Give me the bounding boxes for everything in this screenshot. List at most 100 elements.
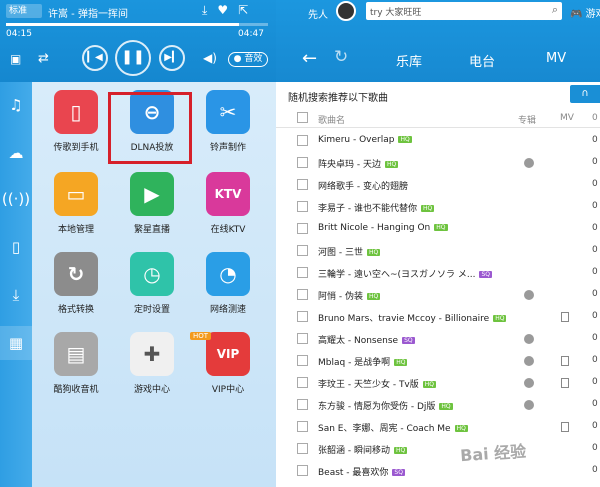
table-row[interactable]: Beast - 最喜欢你 SQ 0 (276, 460, 600, 482)
song-title[interactable]: Kimeru - Overlap HQ (318, 135, 412, 145)
song-title[interactable]: 网络歌手 - 变心的翅膀 (318, 179, 408, 192)
user-name[interactable]: 先人 (308, 6, 328, 21)
share-icon[interactable]: ⇱ (238, 3, 248, 18)
song-title[interactable]: 河图 - 三世 HQ (318, 245, 381, 258)
sound-effect-button[interactable]: ● 音效 (228, 52, 268, 67)
song-title[interactable]: Britt Nicole - Hanging On HQ (318, 223, 448, 233)
row-checkbox[interactable] (297, 421, 308, 432)
progress-bar[interactable] (6, 23, 268, 26)
refresh-icon[interactable]: ↻ (334, 47, 348, 67)
app-tile[interactable]: ↻ 格式转换 (46, 252, 106, 315)
app-tile[interactable]: ▭ 本地管理 (46, 172, 106, 235)
song-title[interactable]: 李易子 - 谁也不能代替你 HQ (318, 201, 435, 214)
app-tile[interactable]: ✚ 游戏中心 (122, 332, 182, 395)
volume-icon[interactable]: ◀) (203, 51, 217, 65)
song-title[interactable]: 李玟王 - 天竺少女 - Tv版 HQ (318, 377, 436, 390)
mv-icon[interactable] (561, 312, 569, 322)
app-tile[interactable]: ▶ 繁星直播 (122, 172, 182, 235)
album-icon[interactable] (524, 158, 534, 168)
app-tile[interactable]: VIP VIP中心 (198, 332, 258, 395)
device-icon[interactable]: ▯ (0, 238, 32, 256)
music-note-icon[interactable]: ♫ (0, 96, 32, 114)
mv-icon[interactable] (561, 422, 569, 432)
row-checkbox[interactable] (297, 267, 308, 278)
mv-icon[interactable] (561, 378, 569, 388)
app-tile[interactable]: KTV 在线KTV (198, 172, 258, 235)
album-icon[interactable] (524, 400, 534, 410)
table-row[interactable]: Bruno Mars、travie Mccoy - Billionaire HQ 0 (276, 306, 600, 328)
app-tile[interactable]: ◷ 定时设置 (122, 252, 182, 315)
search-input[interactable] (370, 4, 530, 18)
tab-library[interactable]: 乐库 (396, 51, 422, 70)
select-all-checkbox[interactable] (297, 112, 308, 123)
row-checkbox[interactable] (297, 179, 308, 190)
download-icon[interactable]: ⤓ (0, 286, 32, 304)
row-checkbox[interactable] (297, 157, 308, 168)
song-title[interactable]: Bruno Mars、travie Mccoy - Billionaire HQ (318, 311, 507, 324)
row-checkbox[interactable] (297, 201, 308, 212)
album-icon[interactable] (524, 378, 534, 388)
row-checkbox[interactable] (297, 377, 308, 388)
song-title[interactable]: 阿悄 - 伪装 HQ (318, 289, 381, 302)
lyric-icon[interactable]: ▣ (10, 52, 21, 66)
tab-radio[interactable]: 电台 (469, 51, 495, 70)
table-row[interactable]: San E、李娜、周宪 - Coach Me HQ 0 (276, 416, 600, 438)
column-mv[interactable]: MV (560, 113, 574, 123)
app-tile[interactable]: ◔ 网络测速 (198, 252, 258, 315)
table-row[interactable]: 阿悄 - 伪装 HQ 0 (276, 284, 600, 306)
row-checkbox[interactable] (297, 245, 308, 256)
shuffle-icon[interactable]: ⇄ (38, 51, 49, 66)
avatar[interactable] (336, 1, 356, 21)
row-checkbox[interactable] (297, 135, 308, 146)
row-checkbox[interactable] (297, 333, 308, 344)
play-mode-dropdown[interactable]: 标准 (6, 4, 42, 18)
album-icon[interactable] (524, 356, 534, 366)
table-row[interactable]: 河图 - 三世 HQ 0 (276, 240, 600, 262)
table-row[interactable]: Mblaq - 是战争啊 HQ 0 (276, 350, 600, 372)
song-title[interactable]: 阵央卓玛 - 天边 HQ (318, 157, 399, 170)
prev-button[interactable]: ▎◀ (82, 45, 108, 71)
back-arrow-icon[interactable]: ← (302, 48, 317, 69)
row-checkbox[interactable] (297, 311, 308, 322)
game-link[interactable]: 🎮 游戏 (570, 5, 600, 20)
heart-icon[interactable]: ♥ (217, 3, 228, 18)
cloud-icon[interactable]: ☁ (0, 144, 32, 162)
row-checkbox[interactable] (297, 399, 308, 410)
tab-mv[interactable]: MV (546, 51, 566, 66)
next-button[interactable]: ▶▎ (159, 45, 185, 71)
apps-grid-icon[interactable]: ▦ (0, 326, 32, 360)
table-row[interactable]: 李玟王 - 天竺少女 - Tv版 HQ 0 (276, 372, 600, 394)
table-row[interactable]: Britt Nicole - Hanging On HQ 0 (276, 218, 600, 240)
song-title[interactable]: Mblaq - 是战争啊 HQ (318, 355, 408, 368)
table-row[interactable]: 李易子 - 谁也不能代替你 HQ 0 (276, 196, 600, 218)
pause-button[interactable]: ❚❚ (115, 40, 151, 76)
mv-icon[interactable] (561, 356, 569, 366)
table-row[interactable]: Kimeru - Overlap HQ 0 (276, 130, 600, 152)
table-row[interactable]: 张韶涵 - 瞬间移动 HQ 0 (276, 438, 600, 460)
table-row[interactable]: 三輪学 - 遠い空へ~(ヨスガノソラ メ... SQ 0 (276, 262, 600, 284)
column-album[interactable]: 专辑 (518, 113, 536, 126)
song-title[interactable]: Beast - 最喜欢你 SQ (318, 465, 405, 478)
row-checkbox[interactable] (297, 443, 308, 454)
song-title[interactable]: 高耀太 - Nonsense SQ (318, 333, 415, 346)
song-title[interactable]: 三輪学 - 遠い空へ~(ヨスガノソラ メ... SQ (318, 267, 492, 280)
column-title[interactable]: 歌曲名 (318, 113, 345, 126)
app-tile[interactable]: ✂ 铃声制作 (198, 90, 258, 153)
song-title[interactable]: 张韶涵 - 瞬间移动 HQ (318, 443, 408, 456)
headphone-button[interactable]: ∩ (570, 85, 600, 103)
table-row[interactable]: 网络歌手 - 变心的翅膀 0 (276, 174, 600, 196)
wireless-icon[interactable]: ((·)) (0, 190, 32, 208)
app-tile[interactable]: ▤ 酷狗收音机 (46, 332, 106, 395)
row-checkbox[interactable] (297, 465, 308, 476)
column-duration[interactable]: 0 (592, 113, 598, 123)
album-icon[interactable] (524, 334, 534, 344)
app-tile[interactable]: ▯ 传歌到手机 (46, 90, 106, 153)
download-icon[interactable]: ⤓ (202, 3, 207, 18)
album-icon[interactable] (524, 290, 534, 300)
song-title[interactable]: 东方骏 - 情愿为你受伤 - Dj版 HQ (318, 399, 453, 412)
table-row[interactable]: 高耀太 - Nonsense SQ 0 (276, 328, 600, 350)
song-title[interactable]: San E、李娜、周宪 - Coach Me HQ (318, 421, 468, 434)
table-row[interactable]: 东方骏 - 情愿为你受伤 - Dj版 HQ 0 (276, 394, 600, 416)
table-row[interactable]: 阵央卓玛 - 天边 HQ 0 (276, 152, 600, 174)
row-checkbox[interactable] (297, 289, 308, 300)
